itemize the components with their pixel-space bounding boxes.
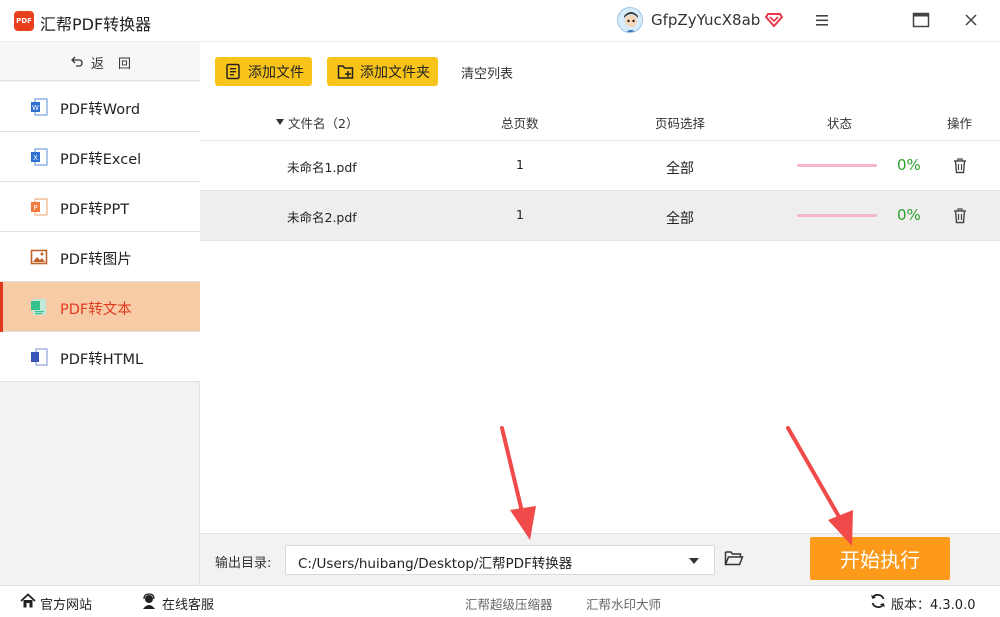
open-folder-icon[interactable] [724,549,744,567]
back-label: 返回 [91,57,146,72]
close-icon[interactable] [962,11,980,29]
version-label: 版本：4.3.0.0 [891,598,976,613]
sidebar-item-label: PDF转Excel [60,152,142,168]
official-website-link[interactable]: 官方网站 [40,594,92,613]
trash-icon[interactable] [952,157,968,174]
add-folder-button[interactable]: 添加文件夹 [327,57,438,86]
sidebar-item-pdf-to-text[interactable]: PDF转文本 [0,282,200,332]
table-row[interactable]: 未命名1.pdf 1 全部 0% [200,141,1000,191]
support-agent-icon [143,593,155,609]
output-dir-label: 输出目录: [215,556,272,571]
toolbar: 添加文件 添加文件夹 清空列表 [200,42,1000,102]
header-status: 状态 [827,116,853,131]
username[interactable]: GfpZyYucX8ab [651,11,760,29]
chevron-down-icon[interactable] [689,558,699,564]
word-icon: W [31,98,48,116]
header-pages: 总页数 [501,116,539,131]
sidebar: 返回 W PDF转Word X PDF转Excel P PDF转PPT PDF转… [0,42,200,585]
cell-filename: 未命名2.pdf [287,210,357,225]
cell-pages: 1 [516,157,524,172]
svg-text:X: X [33,154,38,162]
output-dir-value: C:/Users/huibang/Desktop/汇帮PDF转换器 [298,556,573,572]
sidebar-item-pdf-to-image[interactable]: PDF转图片 [0,232,200,282]
back-button[interactable]: 返回 [0,42,200,81]
html-icon [31,348,48,366]
progress-bar [797,164,877,167]
sidebar-item-label: PDF转文本 [60,302,132,318]
add-file-icon [226,63,240,80]
svg-text:P: P [33,204,37,212]
sidebar-item-label: PDF转图片 [60,252,132,268]
header-page-select: 页码选择 [655,116,706,131]
user-avatar[interactable] [617,7,643,33]
progress-percent: 0% [897,206,921,224]
watermark-link[interactable]: 汇帮水印大师 [586,594,661,613]
app-title: 汇帮PDF转换器 [40,15,152,34]
trash-icon[interactable] [952,207,968,224]
header-filename[interactable]: 文件名（2） [288,113,358,132]
footer: 官方网站 在线客服 汇帮超级压缩器 汇帮水印大师 版本：4.3.0.0 [0,585,1000,617]
sidebar-item-pdf-to-ppt[interactable]: P PDF转PPT [0,182,200,232]
file-table-header: 文件名（2） 总页数 页码选择 状态 操作 [200,102,1000,141]
progress-percent: 0% [897,156,921,174]
compressor-link[interactable]: 汇帮超级压缩器 [465,594,553,613]
add-folder-icon [337,65,354,79]
start-button[interactable]: 开始执行 [810,537,950,580]
cell-filename: 未命名1.pdf [287,160,357,175]
arrow-to-output-dir [500,426,536,540]
sidebar-item-pdf-to-html[interactable]: PDF转HTML [0,332,200,382]
output-bar: 输出目录: C:/Users/huibang/Desktop/汇帮PDF转换器 … [200,533,1000,585]
sidebar-item-label: PDF转Word [60,102,141,118]
clear-list-button[interactable]: 清空列表 [461,63,513,82]
ppt-icon: P [31,198,48,216]
back-arrow-icon [71,56,83,67]
refresh-icon[interactable] [870,593,886,609]
header-actions: 操作 [947,116,973,131]
image-icon [30,249,48,265]
sort-caret-icon[interactable] [276,119,284,125]
sidebar-item-label: PDF转HTML [60,352,144,368]
sidebar-item-pdf-to-word[interactable]: W PDF转Word [0,82,200,132]
output-dir-select[interactable]: C:/Users/huibang/Desktop/汇帮PDF转换器 [285,545,715,575]
home-icon [20,593,36,608]
cell-page-select[interactable]: 全部 [666,208,694,228]
add-folder-label: 添加文件夹 [360,65,430,81]
cell-page-select[interactable]: 全部 [666,158,694,178]
excel-icon: X [31,148,48,166]
online-support-link[interactable]: 在线客服 [162,594,214,613]
table-row[interactable]: 未命名2.pdf 1 全部 0% [200,191,1000,241]
add-file-label: 添加文件 [248,65,304,81]
menu-icon[interactable] [812,10,832,30]
text-icon [31,299,46,315]
app-logo-icon: PDF [14,11,34,31]
progress-bar [797,214,877,217]
maximize-icon[interactable] [912,12,930,28]
title-bar: PDF 汇帮PDF转换器 GfpZyYucX8ab [0,0,1000,42]
sidebar-item-label: PDF转PPT [60,202,130,218]
add-file-button[interactable]: 添加文件 [215,57,312,86]
sidebar-item-pdf-to-excel[interactable]: X PDF转Excel [0,132,200,182]
arrow-to-start-button [786,426,853,546]
vip-diamond-icon[interactable] [764,9,784,29]
cell-pages: 1 [516,207,524,222]
svg-text:W: W [32,104,39,112]
